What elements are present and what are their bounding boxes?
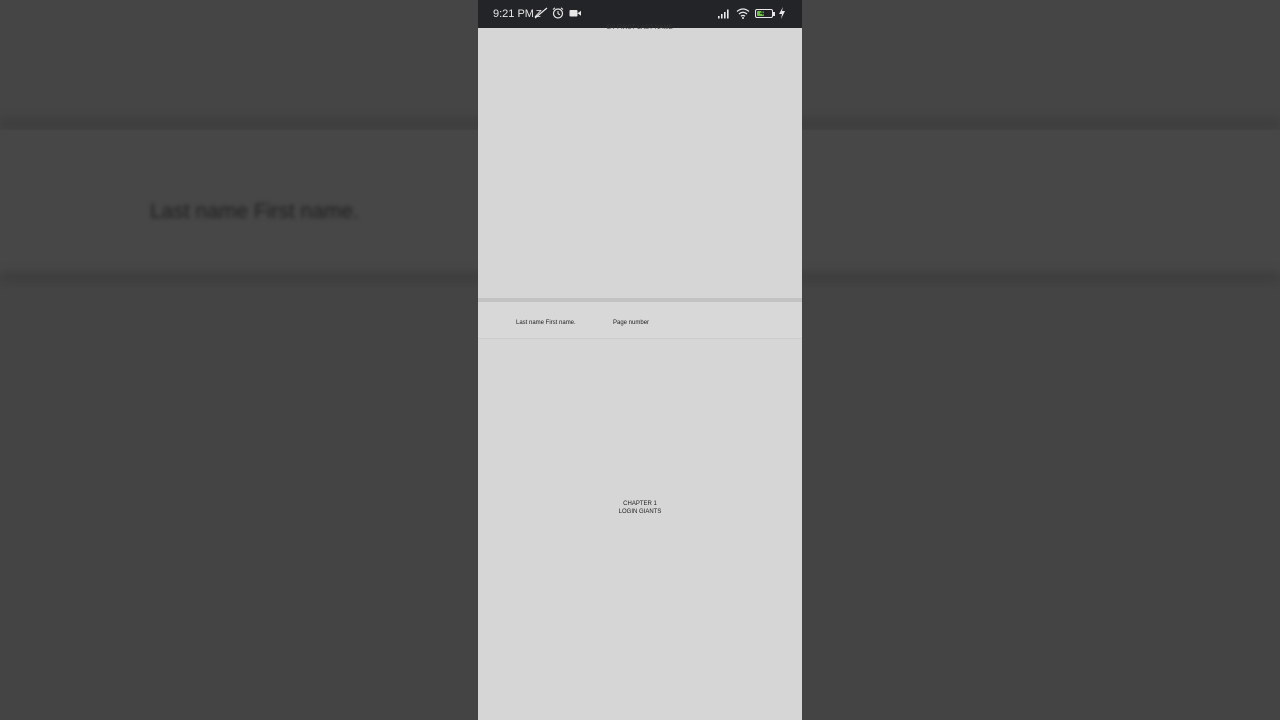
screen: Last name First name. 9:21 PM Z 41 BY FI… <box>0 0 1280 720</box>
battery-level-text: 41 <box>760 9 768 17</box>
header-author-name: Last name First name. <box>516 320 576 326</box>
document-page: BY FIRST LAST NAME <box>478 25 802 298</box>
header-page-number: Page number <box>613 320 650 326</box>
svg-text:Z: Z <box>534 9 542 20</box>
battery-icon: 41 <box>755 8 775 18</box>
phone-screen: 9:21 PM Z 41 BY FIRST LAST NAME Last nam… <box>478 0 802 720</box>
dnd-off-icon: Z <box>534 6 548 20</box>
document-byline: BY FIRST LAST NAME <box>607 25 673 31</box>
alarm-icon <box>551 6 565 20</box>
chapter-title: LOGIN GIANTS <box>618 509 662 515</box>
chapter-number: CHAPTER 1 <box>623 501 657 507</box>
charging-icon <box>778 6 786 20</box>
status-icons-left: Z <box>534 6 582 20</box>
backdrop-header-text: Last name First name. <box>150 200 359 223</box>
signal-icon <box>717 6 731 20</box>
chapter-heading: CHAPTER 1 LOGIN GIANTS <box>478 500 802 516</box>
page-header: Last name First name. Page number <box>478 302 802 339</box>
status-time: 9:21 PM <box>493 8 534 20</box>
video-record-icon <box>568 6 582 20</box>
status-bar: 9:21 PM Z 41 <box>478 0 802 28</box>
wifi-icon <box>736 6 750 20</box>
status-icons-right: 41 <box>717 6 786 20</box>
